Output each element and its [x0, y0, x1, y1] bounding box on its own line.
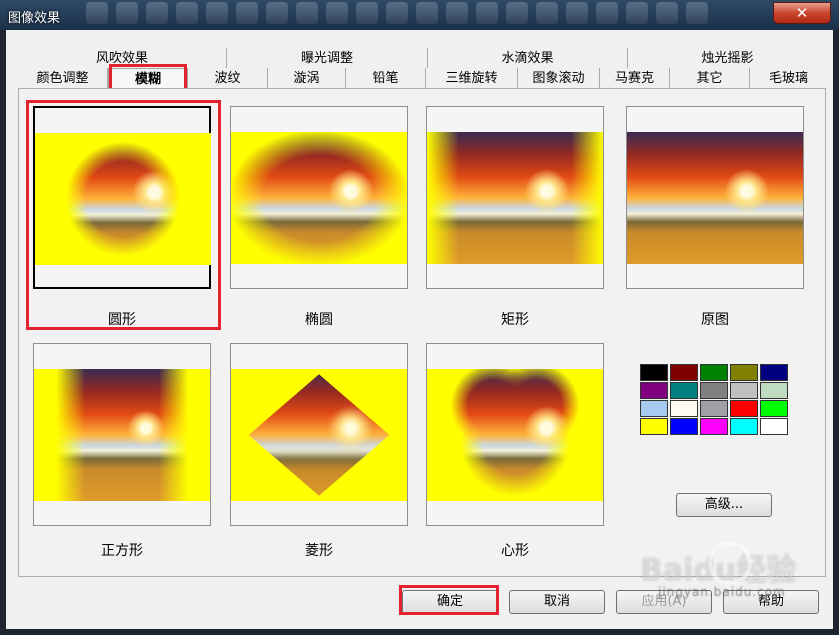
- color-swatch[interactable]: [760, 400, 788, 417]
- color-swatch[interactable]: [730, 400, 758, 417]
- preview-canvas: [34, 369, 210, 501]
- tab-color-adjust[interactable]: 颜色调整: [18, 68, 108, 89]
- effect-card-original[interactable]: [626, 106, 804, 289]
- close-icon: ✕: [795, 4, 809, 22]
- title-bar: 图像效果 ✕: [0, 0, 839, 30]
- preview-canvas: [427, 369, 603, 501]
- preview-image: [627, 132, 803, 264]
- effect-card-heart[interactable]: [426, 343, 604, 526]
- effect-label-rectangle: 矩形: [501, 312, 529, 328]
- color-swatch[interactable]: [640, 400, 668, 417]
- effect-card-rectangle[interactable]: [426, 106, 604, 289]
- tab-blur[interactable]: 模糊: [108, 68, 188, 89]
- color-swatch[interactable]: [670, 418, 698, 435]
- toolbar-icon: [146, 2, 168, 24]
- tab-pencil[interactable]: 铅笔: [346, 68, 426, 89]
- window-title: 图像效果: [8, 11, 61, 26]
- toolbar-icon: [446, 2, 468, 24]
- tab-3d-rotate[interactable]: 三维旋转: [426, 68, 518, 89]
- toolbar-icon: [596, 2, 618, 24]
- tab-water-drop[interactable]: 水滴效果: [428, 48, 628, 69]
- color-swatch[interactable]: [670, 382, 698, 399]
- tab-other[interactable]: 其它: [670, 68, 750, 89]
- tab-exposure[interactable]: 曝光调整: [227, 48, 428, 69]
- toolbar-icon: [566, 2, 588, 24]
- color-swatch[interactable]: [700, 400, 728, 417]
- color-swatch[interactable]: [640, 418, 668, 435]
- color-swatch[interactable]: [730, 364, 758, 381]
- background-toolbar: [86, 2, 736, 26]
- preview-image: [231, 132, 407, 264]
- toolbar-icon: [656, 2, 678, 24]
- toolbar-icon: [236, 2, 258, 24]
- color-swatch[interactable]: [760, 418, 788, 435]
- toolbar-icon: [386, 2, 408, 24]
- preview-canvas: [427, 132, 603, 264]
- color-swatch[interactable]: [730, 382, 758, 399]
- preview-canvas: [231, 369, 407, 501]
- toolbar-icon: [536, 2, 558, 24]
- preview-image: [248, 374, 390, 496]
- color-swatch[interactable]: [640, 364, 668, 381]
- tab-frosted-glass[interactable]: 毛玻璃: [750, 68, 827, 89]
- ok-button[interactable]: 确定: [402, 590, 498, 614]
- toolbar-icon: [686, 2, 708, 24]
- cancel-button[interactable]: 取消: [509, 590, 605, 614]
- advanced-button[interactable]: 高级...: [676, 493, 772, 517]
- tab-wind[interactable]: 风吹效果: [18, 48, 227, 69]
- effect-label-square: 正方形: [101, 543, 143, 559]
- toolbar-icon: [116, 2, 138, 24]
- color-swatch[interactable]: [700, 382, 728, 399]
- color-swatch[interactable]: [670, 364, 698, 381]
- tab-mosaic[interactable]: 马赛克: [600, 68, 670, 89]
- color-swatch[interactable]: [700, 418, 728, 435]
- color-swatch[interactable]: [670, 400, 698, 417]
- toolbar-icon: [176, 2, 198, 24]
- toolbar-icon: [86, 2, 108, 24]
- effect-card-ellipse[interactable]: [230, 106, 408, 289]
- preview-canvas: [231, 132, 407, 264]
- dialog-body: 风吹效果 曝光调整 水滴效果 烛光摇影 颜色调整 模糊 波纹 漩涡 铅笔 三维旋…: [6, 30, 833, 629]
- tab-ripple[interactable]: 波纹: [188, 68, 268, 89]
- color-swatch[interactable]: [730, 418, 758, 435]
- color-swatch-grid: [640, 364, 790, 436]
- tab-swirl[interactable]: 漩涡: [268, 68, 346, 89]
- effect-card-diamond[interactable]: [230, 343, 408, 526]
- toolbar-icon: [626, 2, 648, 24]
- toolbar-icon: [416, 2, 438, 24]
- effect-card-square[interactable]: [33, 343, 211, 526]
- toolbar-icon: [476, 2, 498, 24]
- toolbar-icon: [506, 2, 528, 24]
- watermark: Baidu经验 jingyan.baidu.com: [640, 541, 830, 615]
- effect-label-original: 原图: [701, 312, 729, 328]
- color-swatch[interactable]: [640, 382, 668, 399]
- close-button[interactable]: ✕: [773, 2, 831, 24]
- toolbar-icon: [356, 2, 378, 24]
- toolbar-icon: [206, 2, 228, 24]
- toolbar-icon: [296, 2, 318, 24]
- effect-card-circle[interactable]: [33, 106, 211, 289]
- preview-image: [427, 132, 603, 264]
- toolbar-icon: [266, 2, 288, 24]
- effect-label-circle: 圆形: [108, 312, 136, 328]
- tab-image-scroll[interactable]: 图象滚动: [518, 68, 600, 89]
- preview-image: [427, 369, 603, 501]
- color-swatch[interactable]: [760, 364, 788, 381]
- color-swatch[interactable]: [760, 382, 788, 399]
- tab-candle[interactable]: 烛光摇影: [628, 48, 827, 69]
- effect-label-diamond: 菱形: [305, 543, 333, 559]
- preview-image: [35, 133, 211, 265]
- baidu-paw-icon: [708, 541, 752, 585]
- effect-label-heart: 心形: [501, 543, 529, 559]
- color-swatch[interactable]: [700, 364, 728, 381]
- preview-canvas: [627, 132, 803, 264]
- toolbar-icon: [326, 2, 348, 24]
- effect-label-ellipse: 椭圆: [305, 312, 333, 328]
- preview-canvas: [35, 133, 211, 265]
- watermark-url: jingyan.baidu.com: [658, 585, 786, 599]
- preview-image: [56, 369, 188, 501]
